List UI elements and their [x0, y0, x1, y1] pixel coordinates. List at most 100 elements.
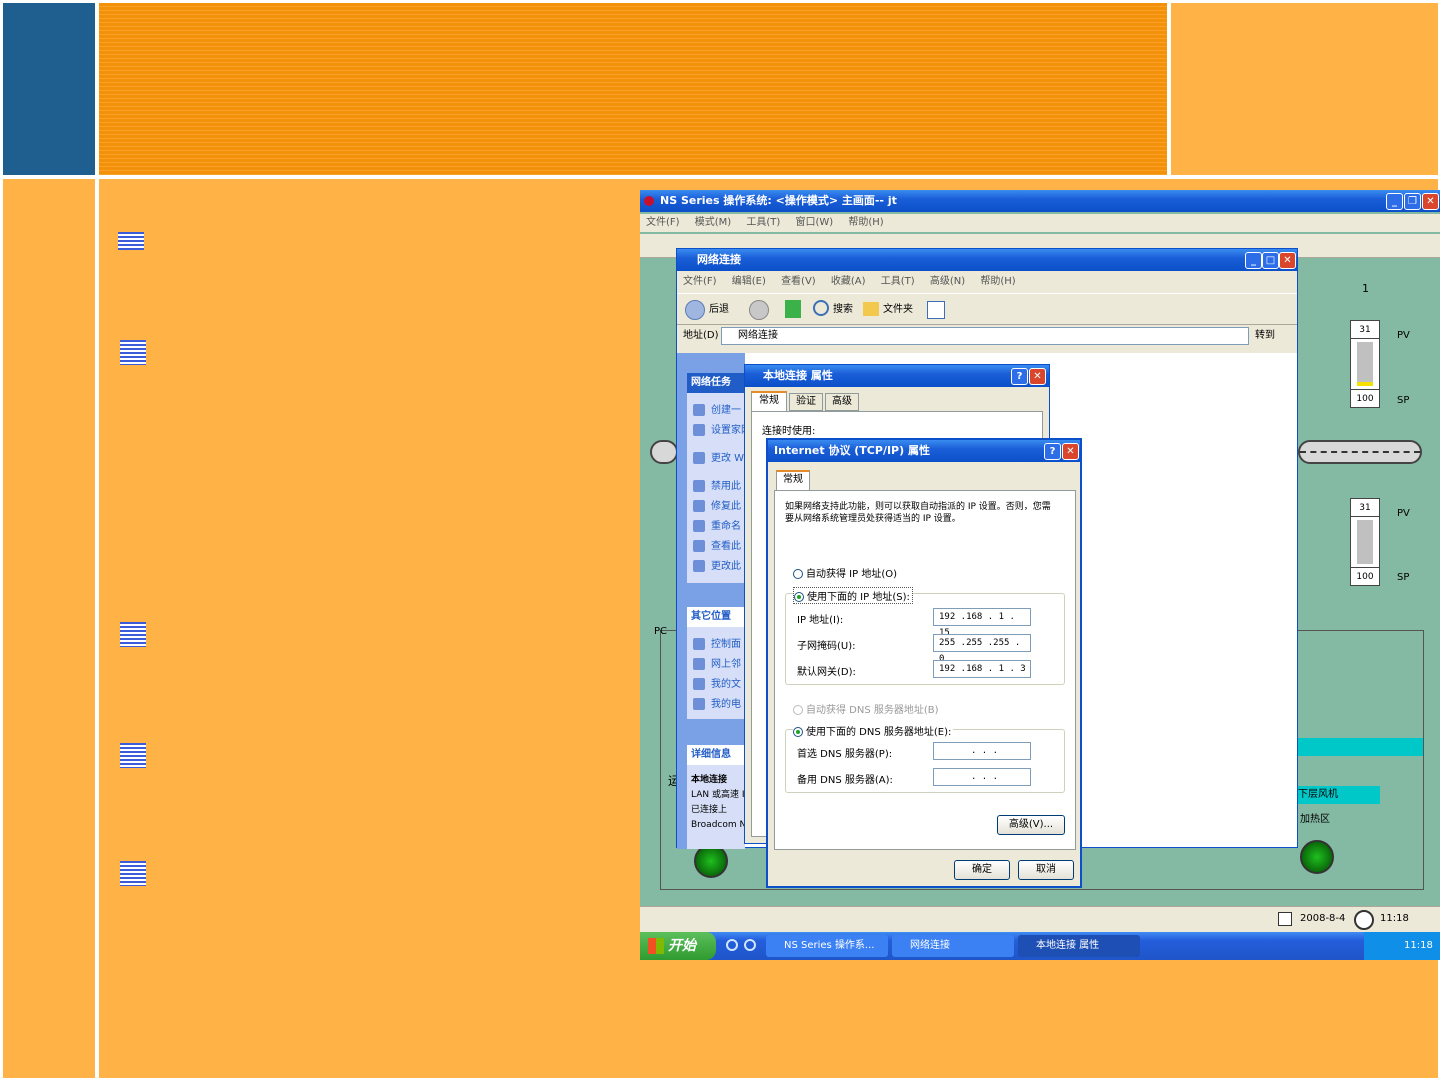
- help-button[interactable]: ?: [1011, 368, 1028, 385]
- task-disable[interactable]: 禁用此: [693, 477, 741, 492]
- bullet-icon: [120, 743, 146, 768]
- tab-advanced[interactable]: 高级: [825, 393, 859, 411]
- gauge-2: 31 100: [1350, 498, 1380, 586]
- place-computer[interactable]: 我的电: [693, 695, 741, 710]
- tab-general[interactable]: 常规: [751, 391, 787, 411]
- heat-label: 加热区: [1300, 814, 1330, 825]
- minimize-button[interactable]: _: [1386, 193, 1403, 210]
- tcpip-tab-panel: 如果网络支持此功能，则可以获取自动指派的 IP 设置。否则，您需要从网络系统管理…: [774, 490, 1076, 850]
- help-button[interactable]: ?: [1044, 443, 1061, 460]
- left-strip: [3, 179, 95, 1078]
- menu-favorites[interactable]: 收藏(A): [831, 276, 866, 287]
- back-button[interactable]: 后退: [709, 294, 729, 326]
- network-window-titlebar[interactable]: 网络连接 _ □ ✕: [677, 249, 1297, 271]
- task-label: 查看此: [711, 541, 741, 552]
- menu-advanced[interactable]: 高级(N): [930, 276, 965, 287]
- close-button[interactable]: ✕: [1422, 193, 1439, 210]
- back-arrow-icon[interactable]: [685, 300, 705, 320]
- place-neighborhood[interactable]: 网上邻: [693, 655, 741, 670]
- place-label: 控制面: [711, 639, 741, 650]
- task-icon: [693, 520, 705, 532]
- folders-button[interactable]: 文件夹: [883, 294, 913, 326]
- tcpip-dialog-titlebar[interactable]: Internet 协议 (TCP/IP) 属性 ? ✕: [768, 440, 1080, 462]
- menu-file[interactable]: 文件(F): [646, 217, 680, 228]
- app-icon: [644, 196, 654, 206]
- alternate-dns-field[interactable]: . . .: [933, 768, 1031, 786]
- status-time: 11:18: [1380, 913, 1409, 924]
- ip-address-field[interactable]: 192 .168 . 1 . 15: [933, 608, 1031, 638]
- tasks-box: 创建一 设置家网络 更改 W墙设置 禁用此 修复此 重命名 查看此 更改此: [687, 393, 774, 583]
- side-letter: PC: [654, 626, 668, 637]
- auto-ip-radio[interactable]: 自动获得 IP 地址(O): [793, 565, 897, 580]
- folders-icon[interactable]: [863, 302, 879, 316]
- up-folder-icon[interactable]: [785, 300, 801, 318]
- lan-dialog-titlebar[interactable]: 本地连接 属性 ? ✕: [745, 365, 1049, 387]
- manual-dns-radio[interactable]: 使用下面的 DNS 服务器地址(E):: [793, 723, 954, 738]
- details-header: 详细信息: [687, 745, 745, 765]
- gauge-1: 31 100: [1350, 320, 1380, 408]
- network-window-title: 网络连接: [697, 253, 741, 266]
- ie-icon[interactable]: [744, 939, 756, 951]
- place-control-panel[interactable]: 控制面: [693, 635, 741, 650]
- minimize-button[interactable]: _: [1245, 252, 1262, 269]
- taskbar-item-lan[interactable]: 本地连接 属性: [1018, 935, 1140, 957]
- go-button[interactable]: 转到: [1255, 325, 1275, 347]
- bullet-icon: [120, 340, 146, 365]
- menu-view[interactable]: 查看(V): [781, 276, 816, 287]
- menu-help[interactable]: 帮助(H): [848, 217, 883, 228]
- task-label: 重命名: [711, 521, 741, 532]
- place-label: 网上邻: [711, 659, 741, 670]
- cancel-button[interactable]: 取消: [1018, 860, 1074, 880]
- fan-label: 下层风机: [1298, 786, 1380, 804]
- index-label: 1: [1362, 282, 1369, 295]
- address-field[interactable]: 网络连接: [721, 327, 1249, 345]
- radio-icon: [793, 705, 803, 715]
- menu-file[interactable]: 文件(F): [683, 276, 717, 287]
- advanced-button[interactable]: 高级(V)...: [997, 815, 1065, 835]
- tab-auth[interactable]: 验证: [789, 393, 823, 411]
- forward-arrow-icon[interactable]: [749, 300, 769, 320]
- radio-icon: [793, 569, 803, 579]
- taskbar-item-ns[interactable]: NS Series 操作系...: [766, 935, 888, 957]
- task-repair[interactable]: 修复此: [693, 497, 741, 512]
- close-button[interactable]: ✕: [1029, 368, 1046, 385]
- place-label: 我的电: [711, 699, 741, 710]
- taskbar: 开始 NS Series 操作系... 网络连接 本地连接 属性 11:18: [640, 932, 1440, 960]
- task-change[interactable]: 更改此: [693, 557, 741, 572]
- tab-general[interactable]: 常规: [776, 470, 810, 490]
- lan-tabs: 常规 验证 高级: [745, 387, 1049, 411]
- auto-dns-radio[interactable]: 自动获得 DNS 服务器地址(B): [793, 701, 939, 716]
- close-button[interactable]: ✕: [1279, 252, 1296, 269]
- ns-window-titlebar[interactable]: NS Series 操作系统: <操作模式> 主画面-- jt _ ❐ ✕: [640, 190, 1440, 212]
- manual-ip-radio[interactable]: 使用下面的 IP 地址(S):: [793, 587, 913, 604]
- taskbar-item-network[interactable]: 网络连接: [892, 935, 1014, 957]
- task-view[interactable]: 查看此: [693, 537, 741, 552]
- menu-help[interactable]: 帮助(H): [980, 276, 1015, 287]
- maximize-button[interactable]: □: [1262, 252, 1279, 269]
- gateway-field[interactable]: 192 .168 . 1 . 3: [933, 660, 1031, 678]
- restore-button[interactable]: ❐: [1404, 193, 1421, 210]
- menu-tools[interactable]: 工具(T): [746, 217, 780, 228]
- place-documents[interactable]: 我的文: [693, 675, 741, 690]
- menu-window[interactable]: 窗口(W): [795, 217, 833, 228]
- search-icon[interactable]: [813, 300, 829, 316]
- menu-mode[interactable]: 模式(M): [695, 217, 731, 228]
- gateway-label: 默认网关(D):: [797, 667, 856, 678]
- ie-icon[interactable]: [726, 939, 738, 951]
- views-icon[interactable]: [927, 301, 945, 319]
- menu-tools[interactable]: 工具(T): [881, 276, 915, 287]
- menu-edit[interactable]: 编辑(E): [732, 276, 766, 287]
- radio-icon: [794, 592, 804, 602]
- task-create[interactable]: 创建一: [693, 401, 741, 416]
- task-rename[interactable]: 重命名: [693, 517, 741, 532]
- preferred-dns-field[interactable]: . . .: [933, 742, 1031, 760]
- tcpip-dialog: Internet 协议 (TCP/IP) 属性 ? ✕ 常规 如果网络支持此功能…: [766, 438, 1082, 888]
- ok-button[interactable]: 确定: [954, 860, 1010, 880]
- manual-ip-label: 使用下面的 IP 地址(S):: [807, 592, 910, 603]
- details-device: Broadcom NetXt: [691, 820, 745, 830]
- close-button[interactable]: ✕: [1062, 443, 1079, 460]
- gauge-1-top-value: 31: [1351, 321, 1379, 339]
- bullet-icon: [120, 861, 146, 886]
- search-button[interactable]: 搜索: [833, 294, 853, 326]
- subnet-mask-field[interactable]: 255 .255 .255 . 0: [933, 634, 1031, 664]
